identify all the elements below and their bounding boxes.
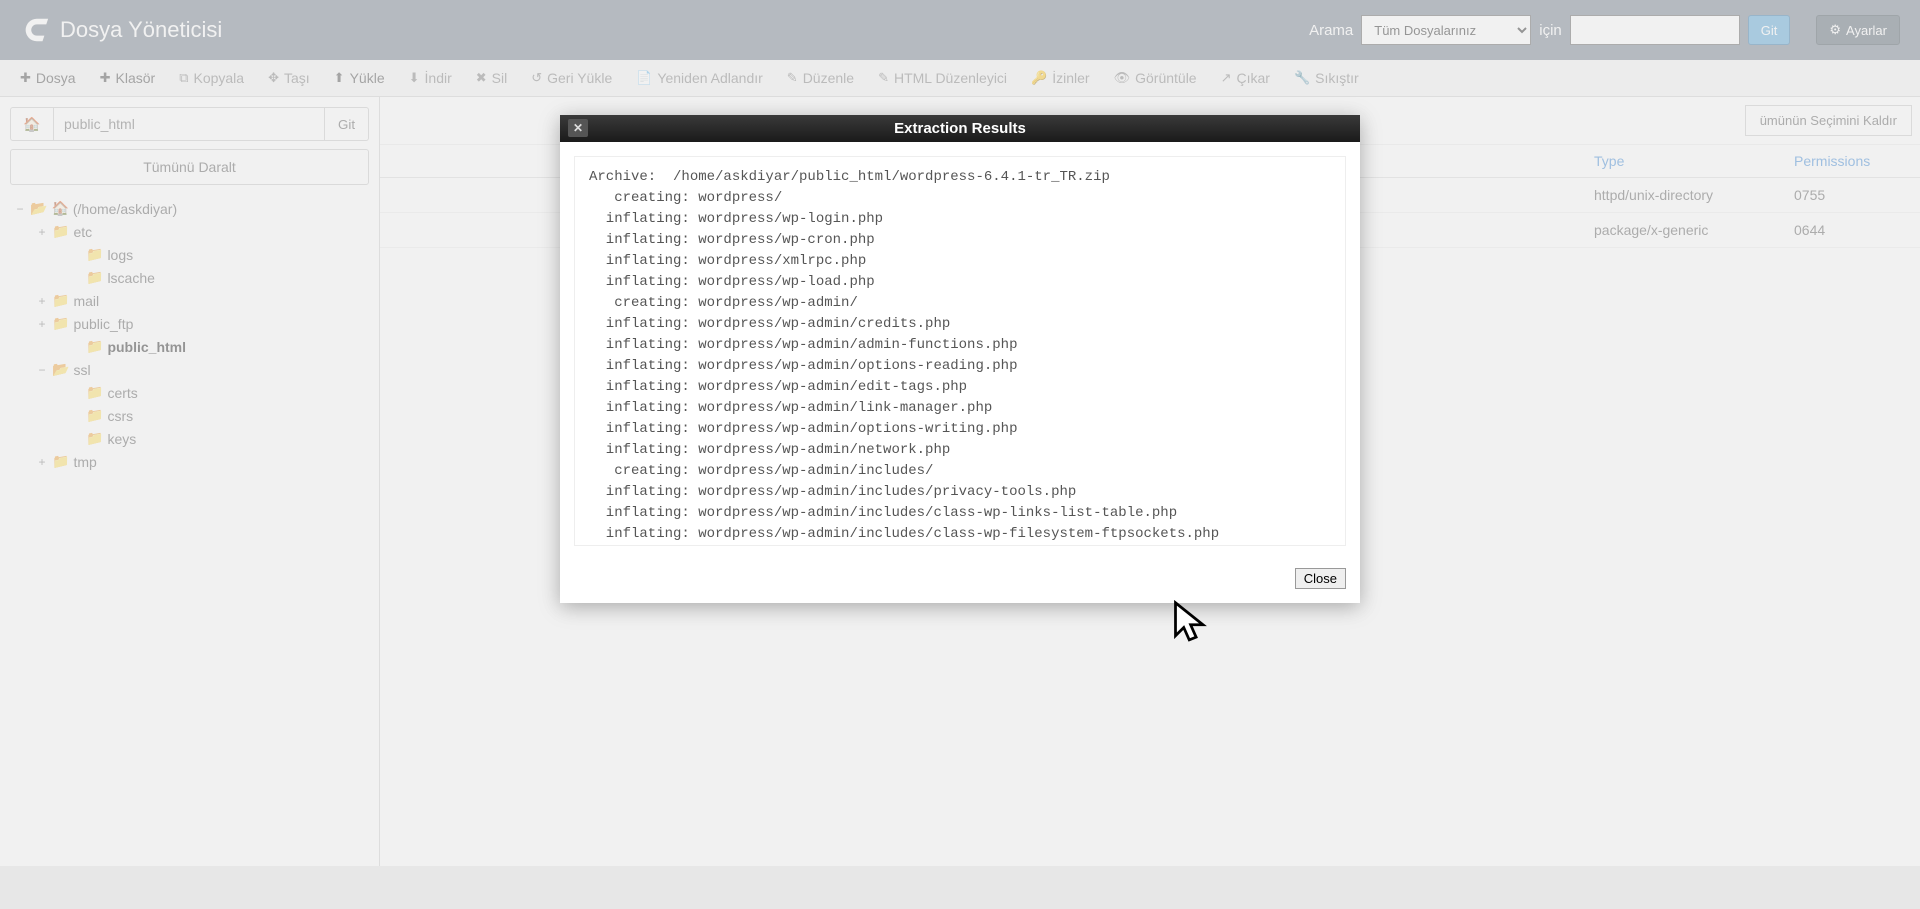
modal-title: Extraction Results [894,120,1026,137]
extraction-results-modal: ✕ Extraction Results Archive: /home/askd… [560,115,1360,603]
modal-close-button[interactable]: Close [1295,568,1346,589]
modal-overlay: ✕ Extraction Results Archive: /home/askd… [0,0,1920,909]
extraction-output[interactable]: Archive: /home/askdiyar/public_html/word… [574,156,1346,546]
modal-header: ✕ Extraction Results [560,115,1360,142]
close-icon: ✕ [573,121,583,135]
modal-close-x[interactable]: ✕ [568,119,588,137]
